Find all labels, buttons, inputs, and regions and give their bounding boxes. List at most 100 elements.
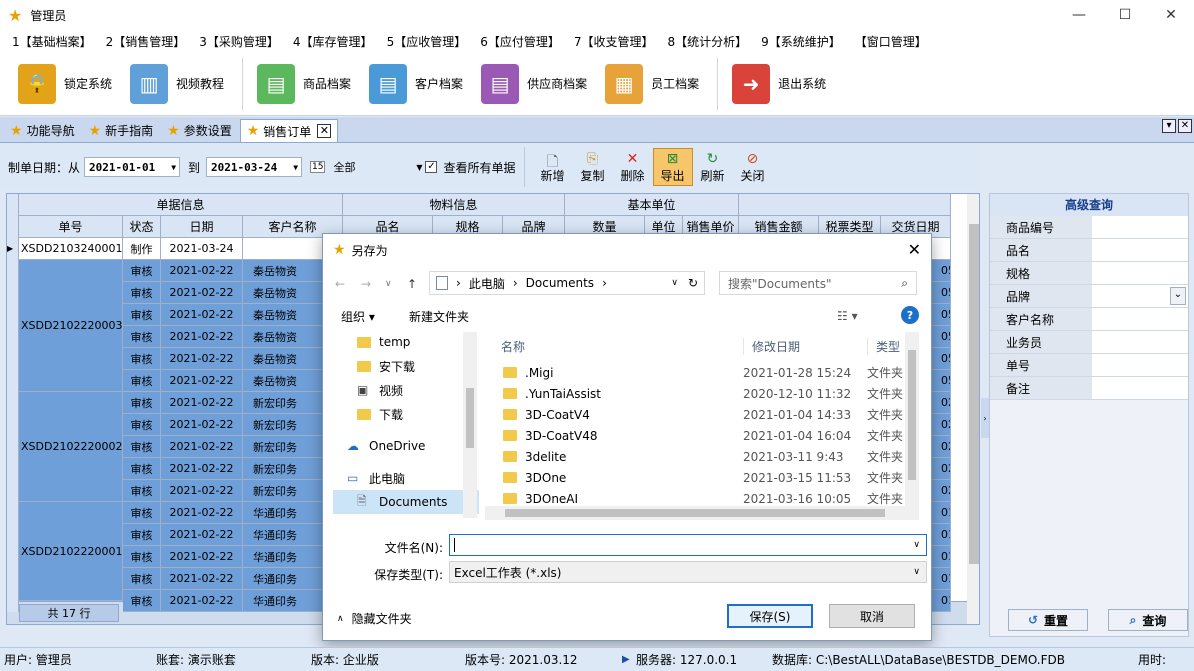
tab-0[interactable]: ★功能导航 — [4, 119, 81, 142]
nav-item-3[interactable]: 下载 — [333, 402, 479, 426]
column-date[interactable]: 修改日期 — [743, 338, 867, 355]
breadcrumb-documents[interactable]: Documents — [526, 276, 594, 290]
tab-close-icon[interactable]: ✕ — [1178, 119, 1192, 133]
adv-field-input[interactable]: ⌄ — [1092, 285, 1188, 307]
toolbar-button-4[interactable]: ▤供应商档案 — [481, 64, 587, 104]
column-header-1[interactable]: 状态 — [123, 216, 161, 238]
view-options-icon[interactable]: ☷ ▾ — [837, 304, 858, 328]
column-header-0[interactable]: 单号 — [19, 216, 123, 238]
adv-field-input[interactable] — [1092, 308, 1188, 330]
calendar-icon[interactable]: 15 — [310, 161, 325, 173]
file-row[interactable]: 3DOneAI2021-03-16 10:05文件夹 — [485, 488, 919, 506]
action-button-2[interactable]: ✕删除 — [613, 148, 653, 186]
date-to-picker[interactable]: 2021-03-24▼ — [206, 157, 302, 177]
hide-folders-toggle[interactable]: ∧ 隐藏文件夹 — [337, 610, 412, 627]
file-row[interactable]: 3D-CoatV42021-01-04 14:33文件夹 — [485, 404, 919, 425]
column-type[interactable]: 类型 — [867, 338, 907, 355]
menu-item-5[interactable]: 6【应付管理】 — [480, 33, 560, 50]
toolbar-button-2[interactable]: ▤商品档案 — [257, 64, 351, 104]
scroll-thumb[interactable] — [908, 350, 916, 480]
nav-scrollbar[interactable] — [463, 332, 477, 518]
chevron-down-icon[interactable]: ⌄ — [1170, 287, 1186, 305]
scroll-thumb[interactable] — [969, 224, 979, 564]
new-folder-button[interactable]: 新建文件夹 — [409, 304, 469, 328]
minimize-button[interactable]: — — [1056, 0, 1102, 30]
menu-item-1[interactable]: 2【销售管理】 — [106, 33, 186, 50]
menu-item-7[interactable]: 8【统计分析】 — [667, 33, 747, 50]
file-list-scrollbar[interactable] — [905, 332, 919, 506]
menu-item-0[interactable]: 1【基础档案】 — [12, 33, 92, 50]
cell-date: 2021-02-22 — [161, 568, 243, 590]
nav-item-1[interactable]: 安下载 — [333, 354, 479, 378]
search-input[interactable]: 搜索"Documents" ⌕ — [719, 271, 917, 295]
help-icon[interactable]: ? — [901, 306, 919, 324]
menu-item-8[interactable]: 9【系统维护】 — [761, 33, 841, 50]
menu-item-9[interactable]: 【窗口管理】 — [855, 33, 927, 50]
splitter-toggle-icon[interactable]: › — [981, 398, 989, 438]
cancel-button[interactable]: 取消 — [829, 604, 915, 628]
tab-1[interactable]: ★新手指南 — [83, 119, 160, 142]
nav-item-2[interactable]: ▣视频 — [333, 378, 479, 402]
tab-close-icon[interactable]: ✕ — [317, 124, 331, 138]
toolbar-button-6[interactable]: ➜退出系统 — [732, 64, 826, 104]
filename-input[interactable]: ∨ — [449, 534, 927, 556]
column-header-2[interactable]: 日期 — [161, 216, 243, 238]
scroll-thumb[interactable] — [505, 509, 885, 517]
menu-item-2[interactable]: 3【采购管理】 — [199, 33, 279, 50]
menu-item-6[interactable]: 7【收支管理】 — [574, 33, 654, 50]
file-row[interactable]: .YunTaiAssist2020-12-10 11:32文件夹 — [485, 383, 919, 404]
cell-date: 2021-02-22 — [161, 304, 243, 326]
up-arrow-icon[interactable]: ↑ — [407, 272, 417, 296]
action-button-0[interactable]: 🗋新增 — [533, 148, 573, 186]
query-button[interactable]: ⌕查询 — [1108, 609, 1188, 631]
scope-select[interactable]: 全部▼ — [329, 157, 425, 177]
grid-vertical-scrollbar[interactable] — [967, 194, 980, 625]
file-row[interactable]: 3DOne2021-03-15 11:53文件夹 — [485, 467, 919, 488]
nav-item-5[interactable]: ▭此电脑 — [333, 466, 479, 490]
adv-field-input[interactable] — [1092, 331, 1188, 353]
address-bar[interactable]: › 此电脑 › Documents › ∨ ↻ — [429, 271, 705, 295]
reset-button[interactable]: ↺重置 — [1008, 609, 1088, 631]
file-list-hscrollbar[interactable] — [485, 506, 919, 520]
dialog-close-button[interactable]: ✕ — [908, 240, 921, 259]
forward-arrow-icon[interactable]: → — [361, 272, 371, 296]
action-button-1[interactable]: ⎘复制 — [573, 148, 613, 186]
check-all-checkbox[interactable]: ✓ — [425, 161, 437, 173]
menu-item-4[interactable]: 5【应收管理】 — [387, 33, 467, 50]
adv-field-input[interactable] — [1092, 354, 1188, 376]
organize-button[interactable]: 组织 ▾ — [341, 304, 375, 328]
close-window-button[interactable]: ✕ — [1148, 0, 1194, 30]
toolbar-button-3[interactable]: ▤客户档案 — [369, 64, 463, 104]
adv-field-input[interactable] — [1092, 262, 1188, 284]
tab-dropdown-icon[interactable]: ▾ — [1162, 119, 1176, 133]
back-arrow-icon[interactable]: ← — [335, 272, 345, 296]
adv-field-input[interactable] — [1092, 377, 1188, 399]
maximize-button[interactable]: ☐ — [1102, 0, 1148, 30]
filetype-select[interactable]: Excel工作表 (*.xls) ∨ — [449, 561, 927, 583]
column-name[interactable]: 名称 — [485, 338, 743, 355]
scroll-thumb[interactable] — [466, 388, 474, 448]
date-from-picker[interactable]: 2021-01-01▼ — [84, 157, 180, 177]
action-button-4[interactable]: ↻刷新 — [693, 148, 733, 186]
action-button-3[interactable]: ⊠导出 — [653, 148, 693, 186]
file-row[interactable]: .Migi2021-01-28 15:24文件夹 — [485, 362, 919, 383]
file-row[interactable]: 3delite2021-03-11 9:43文件夹 — [485, 446, 919, 467]
nav-item-4[interactable]: ☁OneDrive — [333, 434, 479, 458]
toolbar-button-5[interactable]: ▦员工档案 — [605, 64, 699, 104]
address-dropdown-icon[interactable]: ∨ — [671, 278, 678, 288]
tab-3[interactable]: ★销售订单✕ — [240, 119, 339, 142]
toolbar-button-1[interactable]: ▥视频教程 — [130, 64, 224, 104]
adv-field-input[interactable] — [1092, 216, 1188, 238]
tab-2[interactable]: ★参数设置 — [161, 119, 238, 142]
refresh-icon[interactable]: ↻ — [688, 276, 698, 290]
menu-item-3[interactable]: 4【库存管理】 — [293, 33, 373, 50]
nav-item-6[interactable]: 🗎Documents — [333, 490, 479, 514]
breadcrumb-pc[interactable]: 此电脑 — [469, 275, 505, 292]
toolbar-button-0[interactable]: 🔒锁定系统 — [18, 64, 112, 104]
file-row[interactable]: 3D-CoatV482021-01-04 16:04文件夹 — [485, 425, 919, 446]
nav-item-0[interactable]: temp — [333, 330, 479, 354]
save-button[interactable]: 保存(S) — [727, 604, 813, 628]
action-button-5[interactable]: ⊘关闭 — [733, 148, 773, 186]
adv-field-input[interactable] — [1092, 239, 1188, 261]
recent-chevron-icon[interactable]: ∨ — [385, 272, 392, 296]
